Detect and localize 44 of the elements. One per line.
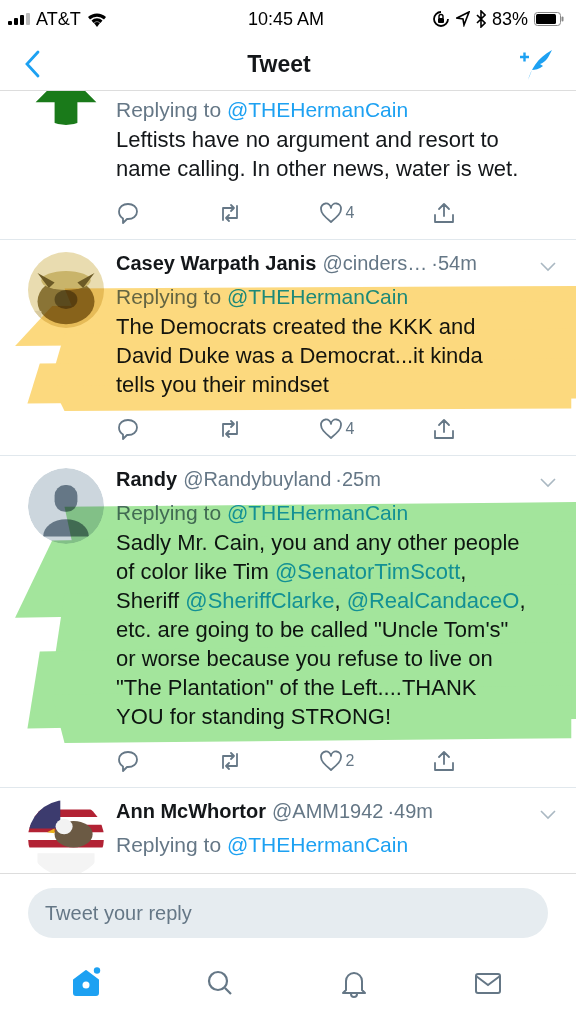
tweet-text: Leftists have no argument and resort to name calling. In other news, water is wet.	[116, 126, 520, 183]
heart-icon[interactable]	[319, 749, 344, 773]
signal-icon	[8, 13, 30, 25]
share-icon[interactable]	[431, 417, 456, 441]
mention-link[interactable]: @SenatorTimScott	[274, 559, 461, 584]
battery-percentage: 83%	[491, 8, 528, 30]
location-icon	[455, 11, 470, 27]
mention-link[interactable]: @SheriffClarke	[185, 588, 335, 613]
like-count: 4	[345, 204, 355, 222]
user-name[interactable]: Ann McWhortor	[116, 800, 266, 823]
tweet-time: ·54m	[431, 252, 477, 275]
mention-link[interactable]: @THEHermanCain	[226, 98, 409, 121]
clock-time: 10:45 AM	[247, 8, 325, 30]
like-count: 2	[345, 752, 355, 770]
share-icon[interactable]	[431, 749, 456, 773]
user-handle: @Randybuyland	[183, 468, 332, 491]
reply-icon[interactable]	[116, 417, 140, 441]
tweet-time: ·49m	[387, 800, 434, 823]
reply-context: Replying to @THEHermanCain	[116, 832, 410, 858]
heart-icon[interactable]	[319, 417, 344, 441]
wifi-icon	[86, 11, 107, 27]
user-name[interactable]: Casey Warpath Janis	[116, 252, 317, 275]
battery-icon	[534, 12, 564, 26]
tweet-time: ·25m	[335, 468, 381, 491]
mention-link[interactable]: @THEHermanCain	[226, 285, 409, 308]
user-name[interactable]: Randy	[116, 468, 178, 491]
page-title: Tweet	[247, 50, 311, 78]
carrier-name: AT&T	[36, 8, 81, 30]
user-handle: @AMM1942	[272, 800, 384, 823]
heart-icon[interactable]	[319, 201, 344, 225]
reply-field[interactable]: Tweet your reply	[28, 888, 548, 938]
user-handle: @cinders…	[322, 252, 428, 275]
tweet-text: The Democrats created the KKK and David Duke was a Democrat...it kinda tells you their mindset	[116, 313, 484, 399]
back-icon[interactable]	[24, 50, 40, 78]
reply-icon[interactable]	[116, 201, 140, 225]
rotation-lock-icon	[431, 10, 450, 28]
like-count: 4	[345, 420, 355, 438]
mention-link[interactable]: @RealCandaceO	[346, 588, 520, 613]
mention-link[interactable]: @THEHermanCain	[226, 501, 409, 524]
bluetooth-icon	[475, 10, 486, 28]
reply-context: Replying to @THEHermanCain	[116, 97, 410, 123]
reply-icon[interactable]	[116, 749, 140, 773]
mention-link[interactable]: @THEHermanCain	[226, 833, 409, 856]
share-icon[interactable]	[431, 201, 456, 225]
